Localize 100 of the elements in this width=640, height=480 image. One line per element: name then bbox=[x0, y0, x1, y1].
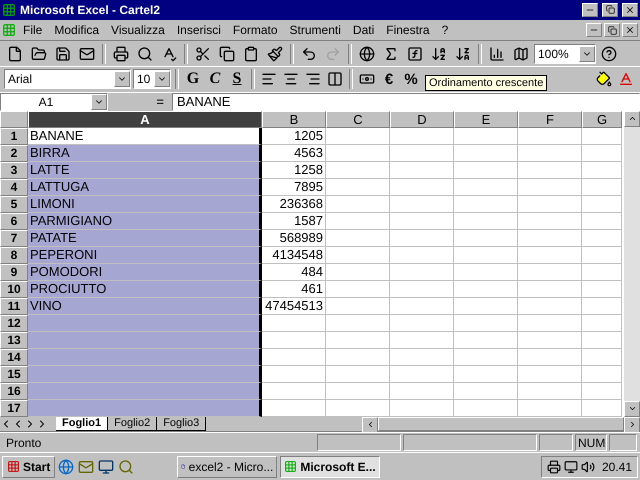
merge-cells-icon[interactable] bbox=[327, 71, 343, 88]
row-header[interactable]: 4 bbox=[0, 178, 28, 196]
map-icon[interactable] bbox=[513, 46, 529, 62]
restore-button[interactable] bbox=[602, 2, 618, 17]
new-file-icon[interactable] bbox=[7, 46, 23, 62]
row-header[interactable]: 3 bbox=[0, 162, 28, 179]
row-header[interactable]: 9 bbox=[0, 264, 28, 281]
column-header[interactable]: B bbox=[262, 110, 326, 128]
sort-descending-icon[interactable] bbox=[455, 46, 471, 62]
taskbar-button[interactable]: Microsoft E... bbox=[280, 456, 380, 478]
row-header[interactable]: 15 bbox=[0, 366, 28, 383]
minimize-button[interactable] bbox=[582, 2, 598, 17]
row-header[interactable]: 14 bbox=[0, 348, 28, 366]
monitor-icon[interactable] bbox=[564, 460, 578, 474]
formula-field[interactable]: BANANE bbox=[172, 92, 640, 111]
row-header[interactable]: 16 bbox=[0, 382, 28, 400]
row-header[interactable]: 11 bbox=[0, 298, 28, 315]
start-button[interactable]: Start bbox=[2, 456, 56, 478]
sheet-tab[interactable]: Foglio1 bbox=[56, 416, 108, 431]
close-icon[interactable] bbox=[625, 4, 635, 15]
align-center-icon[interactable] bbox=[283, 71, 299, 88]
menu-item[interactable]: File bbox=[18, 23, 48, 38]
format-button[interactable]: € bbox=[379, 68, 399, 90]
save-icon[interactable] bbox=[55, 46, 71, 62]
row-header[interactable]: 10 bbox=[0, 280, 28, 298]
row-header[interactable]: 13 bbox=[0, 332, 28, 349]
dropdown-button[interactable] bbox=[579, 46, 595, 62]
zoom-combo[interactable]: 100% bbox=[534, 44, 596, 64]
magnifier-icon[interactable] bbox=[137, 46, 153, 62]
row-header[interactable]: 17 bbox=[0, 400, 28, 417]
minimize-button[interactable] bbox=[586, 23, 602, 38]
table-cell bbox=[326, 230, 390, 247]
align-left-icon[interactable] bbox=[261, 71, 277, 88]
help-icon[interactable] bbox=[601, 46, 617, 62]
name-box[interactable]: A1 bbox=[0, 92, 108, 111]
monitor-icon[interactable] bbox=[98, 458, 114, 475]
row-header[interactable]: 2 bbox=[0, 144, 28, 162]
row-header[interactable]: 5 bbox=[0, 196, 28, 213]
vertical-scrollbar[interactable] bbox=[624, 110, 640, 417]
menu-item[interactable]: Dati bbox=[348, 23, 380, 38]
column-header[interactable]: A bbox=[28, 110, 262, 128]
printer-icon[interactable] bbox=[546, 460, 561, 474]
row-header[interactable]: 6 bbox=[0, 212, 28, 230]
windows-icon[interactable] bbox=[7, 460, 20, 474]
dropdown-button[interactable] bbox=[154, 71, 170, 88]
table-cell bbox=[518, 178, 582, 196]
format-button[interactable]: S bbox=[227, 68, 247, 90]
function-icon[interactable] bbox=[407, 46, 423, 62]
format-button[interactable]: G bbox=[183, 68, 203, 90]
sheet-tab[interactable]: Foglio3 bbox=[157, 416, 206, 431]
select-all-corner[interactable] bbox=[0, 110, 28, 128]
folder-icon[interactable] bbox=[31, 46, 47, 62]
table-cell bbox=[582, 144, 622, 162]
sort-ascending-icon[interactable] bbox=[431, 46, 447, 62]
row-header[interactable]: 7 bbox=[0, 230, 28, 247]
column-header[interactable]: F bbox=[518, 110, 582, 128]
mail-icon[interactable] bbox=[79, 46, 95, 62]
scissors-icon[interactable] bbox=[195, 46, 211, 62]
format-button[interactable]: % bbox=[401, 68, 421, 90]
column-header[interactable]: E bbox=[454, 110, 518, 128]
font-size-combo[interactable]: 10 bbox=[133, 69, 171, 90]
printer-icon[interactable] bbox=[113, 46, 129, 62]
copy-icon[interactable] bbox=[219, 46, 235, 62]
taskbar-button[interactable]: excel2 - Micro... bbox=[177, 456, 278, 478]
bar-chart-icon[interactable] bbox=[489, 46, 505, 62]
restore-button[interactable] bbox=[604, 23, 620, 38]
menu-item[interactable]: Modifica bbox=[49, 23, 104, 38]
font-combo[interactable]: Arial bbox=[4, 69, 131, 90]
font-color-icon[interactable] bbox=[618, 71, 634, 88]
menu-item[interactable]: Finestra bbox=[381, 23, 435, 38]
menu-item[interactable]: Inserisci bbox=[172, 23, 226, 38]
row-header[interactable]: 12 bbox=[0, 314, 28, 332]
restore-icon[interactable] bbox=[608, 26, 616, 35]
table-cell bbox=[326, 212, 390, 230]
undo-icon[interactable] bbox=[301, 46, 317, 62]
globe-icon[interactable] bbox=[359, 46, 375, 62]
close-icon[interactable] bbox=[625, 25, 635, 36]
align-right-icon[interactable] bbox=[305, 71, 321, 88]
close-button[interactable] bbox=[622, 2, 638, 17]
column-header[interactable]: D bbox=[390, 110, 454, 128]
column-header[interactable]: C bbox=[326, 110, 390, 128]
dropdown-button[interactable] bbox=[91, 94, 107, 110]
table-cell bbox=[326, 298, 390, 315]
close-button[interactable] bbox=[622, 23, 638, 38]
menu-item[interactable]: Visualizza bbox=[106, 23, 170, 38]
speaker-icon[interactable] bbox=[580, 460, 595, 474]
menu-item[interactable]: ? bbox=[436, 23, 454, 38]
menu-item[interactable]: Formato bbox=[228, 23, 283, 38]
restore-icon[interactable] bbox=[606, 5, 614, 14]
clipboard-icon[interactable] bbox=[243, 46, 259, 62]
paintbrush-icon[interactable] bbox=[267, 46, 283, 62]
row-header[interactable]: 1 bbox=[0, 128, 28, 145]
format-button[interactable]: C bbox=[205, 68, 225, 90]
dropdown-button[interactable] bbox=[114, 71, 130, 88]
fill-color-icon[interactable] bbox=[596, 71, 612, 88]
row-header[interactable]: 8 bbox=[0, 246, 28, 264]
horizontal-scrollbar[interactable] bbox=[362, 416, 640, 431]
column-header[interactable]: G bbox=[582, 110, 622, 128]
sheet-tab[interactable]: Foglio2 bbox=[108, 416, 158, 431]
menu-item[interactable]: Strumenti bbox=[284, 23, 346, 38]
